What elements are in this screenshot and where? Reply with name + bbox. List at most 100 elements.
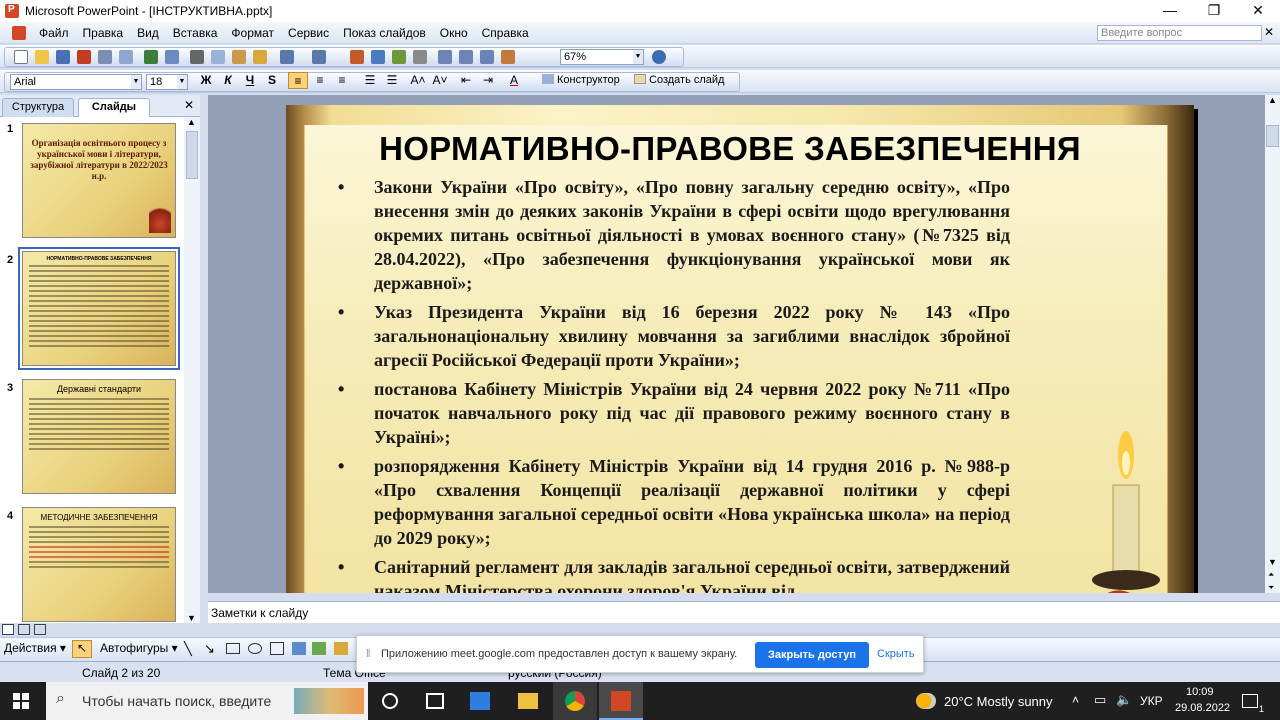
slide-title[interactable]: НОРМАТИВНО-ПРАВОВЕ ЗАБЕЗПЕЧЕННЯ (286, 130, 1174, 168)
paste-icon[interactable] (232, 50, 246, 64)
tab-outline[interactable]: Структура (2, 98, 74, 117)
new-icon[interactable] (14, 50, 28, 64)
previous-slide-icon[interactable]: ⏶ (1268, 570, 1274, 580)
clock-time[interactable]: 10:09 (1186, 686, 1214, 698)
actions-menu[interactable]: Действия ▾ (4, 641, 66, 655)
language-indicator[interactable]: УКР (1140, 694, 1163, 708)
menu-format[interactable]: Формат (224, 26, 281, 40)
thumbnails-scrollbar[interactable]: ▲ ▼ (184, 117, 200, 623)
permission-icon[interactable] (77, 50, 91, 64)
autoshapes-menu[interactable]: Автофигуры ▾ (100, 641, 178, 655)
align-right-button[interactable]: ≡ (332, 72, 352, 89)
slide-thumbnail-3[interactable]: Державні стандарти (22, 379, 176, 494)
restore-button[interactable]: ❐ (1192, 0, 1236, 22)
slide-sorter-icon[interactable] (18, 624, 30, 635)
research-icon[interactable] (165, 50, 179, 64)
font-select[interactable]: Arial ▼ (10, 74, 142, 90)
network-icon[interactable]: ▭ (1094, 692, 1106, 708)
drag-handle-icon[interactable]: ‖ (366, 648, 371, 660)
menu-help[interactable]: Справка (475, 26, 536, 40)
minimize-button[interactable]: — (1148, 0, 1192, 22)
clipart-icon[interactable] (334, 642, 348, 655)
oval-icon[interactable] (248, 643, 262, 654)
grid-icon[interactable] (480, 50, 494, 64)
scroll-down-icon[interactable]: ▼ (187, 613, 196, 623)
scrollbar-thumb[interactable] (1266, 125, 1279, 147)
menu-view[interactable]: Вид (130, 26, 166, 40)
ask-question-input[interactable]: Введите вопрос (1097, 25, 1262, 41)
redo-icon[interactable] (312, 50, 326, 64)
decrease-font-icon[interactable]: A˅ (430, 72, 450, 89)
save-icon[interactable] (56, 50, 70, 64)
rectangle-icon[interactable] (226, 643, 240, 654)
cut-icon[interactable] (190, 50, 204, 64)
slide-thumbnail-2[interactable]: НОРМАТИВНО-ПРАВОВЕ ЗАБЕЗПЕЧЕННЯ (18, 247, 180, 370)
underline-button[interactable]: Ч (240, 72, 260, 89)
undo-icon[interactable] (280, 50, 294, 64)
insert-picture-icon[interactable] (392, 50, 406, 64)
select-pointer-icon[interactable]: ↖ (72, 640, 92, 658)
wordart-icon[interactable] (292, 642, 306, 655)
volume-icon[interactable]: 🔈 (1116, 692, 1132, 708)
file-explorer-icon[interactable] (518, 693, 538, 709)
new-slide-button[interactable]: Создать слайд (634, 72, 734, 89)
decrease-indent-icon[interactable]: ⇤ (456, 72, 476, 89)
help-icon[interactable] (652, 50, 666, 64)
slide-scrollbar[interactable]: ▲ ▼ ⏶ ⏷ (1265, 95, 1280, 593)
print-preview-icon[interactable] (119, 50, 133, 64)
slideshow-icon[interactable] (34, 624, 46, 635)
app-menu-icon[interactable] (12, 25, 26, 40)
scroll-up-icon[interactable]: ▲ (187, 117, 196, 127)
hyperlink-icon[interactable] (413, 50, 427, 64)
slide-thumbnail-4[interactable]: МЕТОДИЧНЕ ЗАБЕЗПЕЧЕННЯ (22, 507, 176, 622)
close-pane-icon[interactable]: ✕ (184, 98, 194, 112)
zoom-select[interactable]: 67% ▼ (560, 49, 644, 65)
menu-tools[interactable]: Сервис (281, 26, 336, 40)
taskbar-search[interactable]: ⌕ Чтобы начать поиск, введите (46, 682, 368, 720)
insert-chart-icon[interactable] (350, 50, 364, 64)
print-icon[interactable] (98, 50, 112, 64)
shadow-button[interactable]: S (262, 72, 282, 89)
weather-text[interactable]: 20°C Mostly sunny (944, 694, 1053, 709)
copy-icon[interactable] (211, 50, 225, 64)
italic-button[interactable]: К (218, 72, 238, 89)
menu-file[interactable]: Файл (32, 26, 76, 40)
bold-button[interactable]: Ж (196, 72, 216, 89)
menu-edit[interactable]: Правка (76, 26, 131, 40)
open-icon[interactable] (35, 50, 49, 64)
notes-pane[interactable]: Заметки к слайду (208, 601, 1280, 623)
slide-thumbnail-1[interactable]: Організація освітнього процесу з українс… (22, 123, 176, 238)
increase-font-icon[interactable]: A˄ (408, 72, 428, 89)
menu-window[interactable]: Окно (433, 26, 475, 40)
menu-slideshow[interactable]: Показ слайдов (336, 26, 433, 40)
slide-body-text[interactable]: Закони України «Про освіту», «Про повну … (338, 175, 1010, 593)
font-color-icon[interactable]: A (504, 72, 524, 89)
tab-slides[interactable]: Слайды (78, 98, 150, 117)
line-icon[interactable]: ╲ (184, 641, 192, 657)
menu-insert[interactable]: Вставка (166, 26, 225, 40)
tray-chevron-icon[interactable]: ˄ (1072, 693, 1079, 707)
stop-sharing-button[interactable]: Закрыть доступ (755, 642, 869, 668)
clock-date[interactable]: 29.08.2022 (1175, 702, 1230, 714)
scrollbar-thumb[interactable] (186, 131, 198, 179)
spelling-icon[interactable] (144, 50, 158, 64)
align-center-button[interactable]: ≡ (310, 72, 330, 89)
diagram-icon[interactable] (312, 642, 326, 655)
close-document-icon[interactable]: ✕ (1264, 25, 1274, 39)
arrow-icon[interactable]: ↘ (204, 641, 215, 657)
design-button[interactable]: Конструктор (542, 72, 630, 89)
expand-all-icon[interactable] (438, 50, 452, 64)
numbering-icon[interactable]: ☰ (360, 72, 380, 89)
bullets-icon[interactable]: ☰ (382, 72, 402, 89)
close-button[interactable]: ✕ (1236, 0, 1280, 22)
insert-table-icon[interactable] (371, 50, 385, 64)
scroll-up-icon[interactable]: ▲ (1268, 95, 1277, 105)
notifications-icon[interactable]: 1 (1242, 694, 1264, 714)
increase-indent-icon[interactable]: ⇥ (478, 72, 498, 89)
hide-banner-link[interactable]: Скрыть (877, 648, 915, 660)
powerpoint-icon[interactable] (5, 4, 19, 18)
store-icon[interactable] (470, 692, 490, 710)
cortana-icon[interactable] (382, 693, 398, 709)
align-left-button[interactable]: ≡ (288, 72, 308, 89)
font-size-select[interactable]: 18 ▼ (146, 74, 188, 90)
